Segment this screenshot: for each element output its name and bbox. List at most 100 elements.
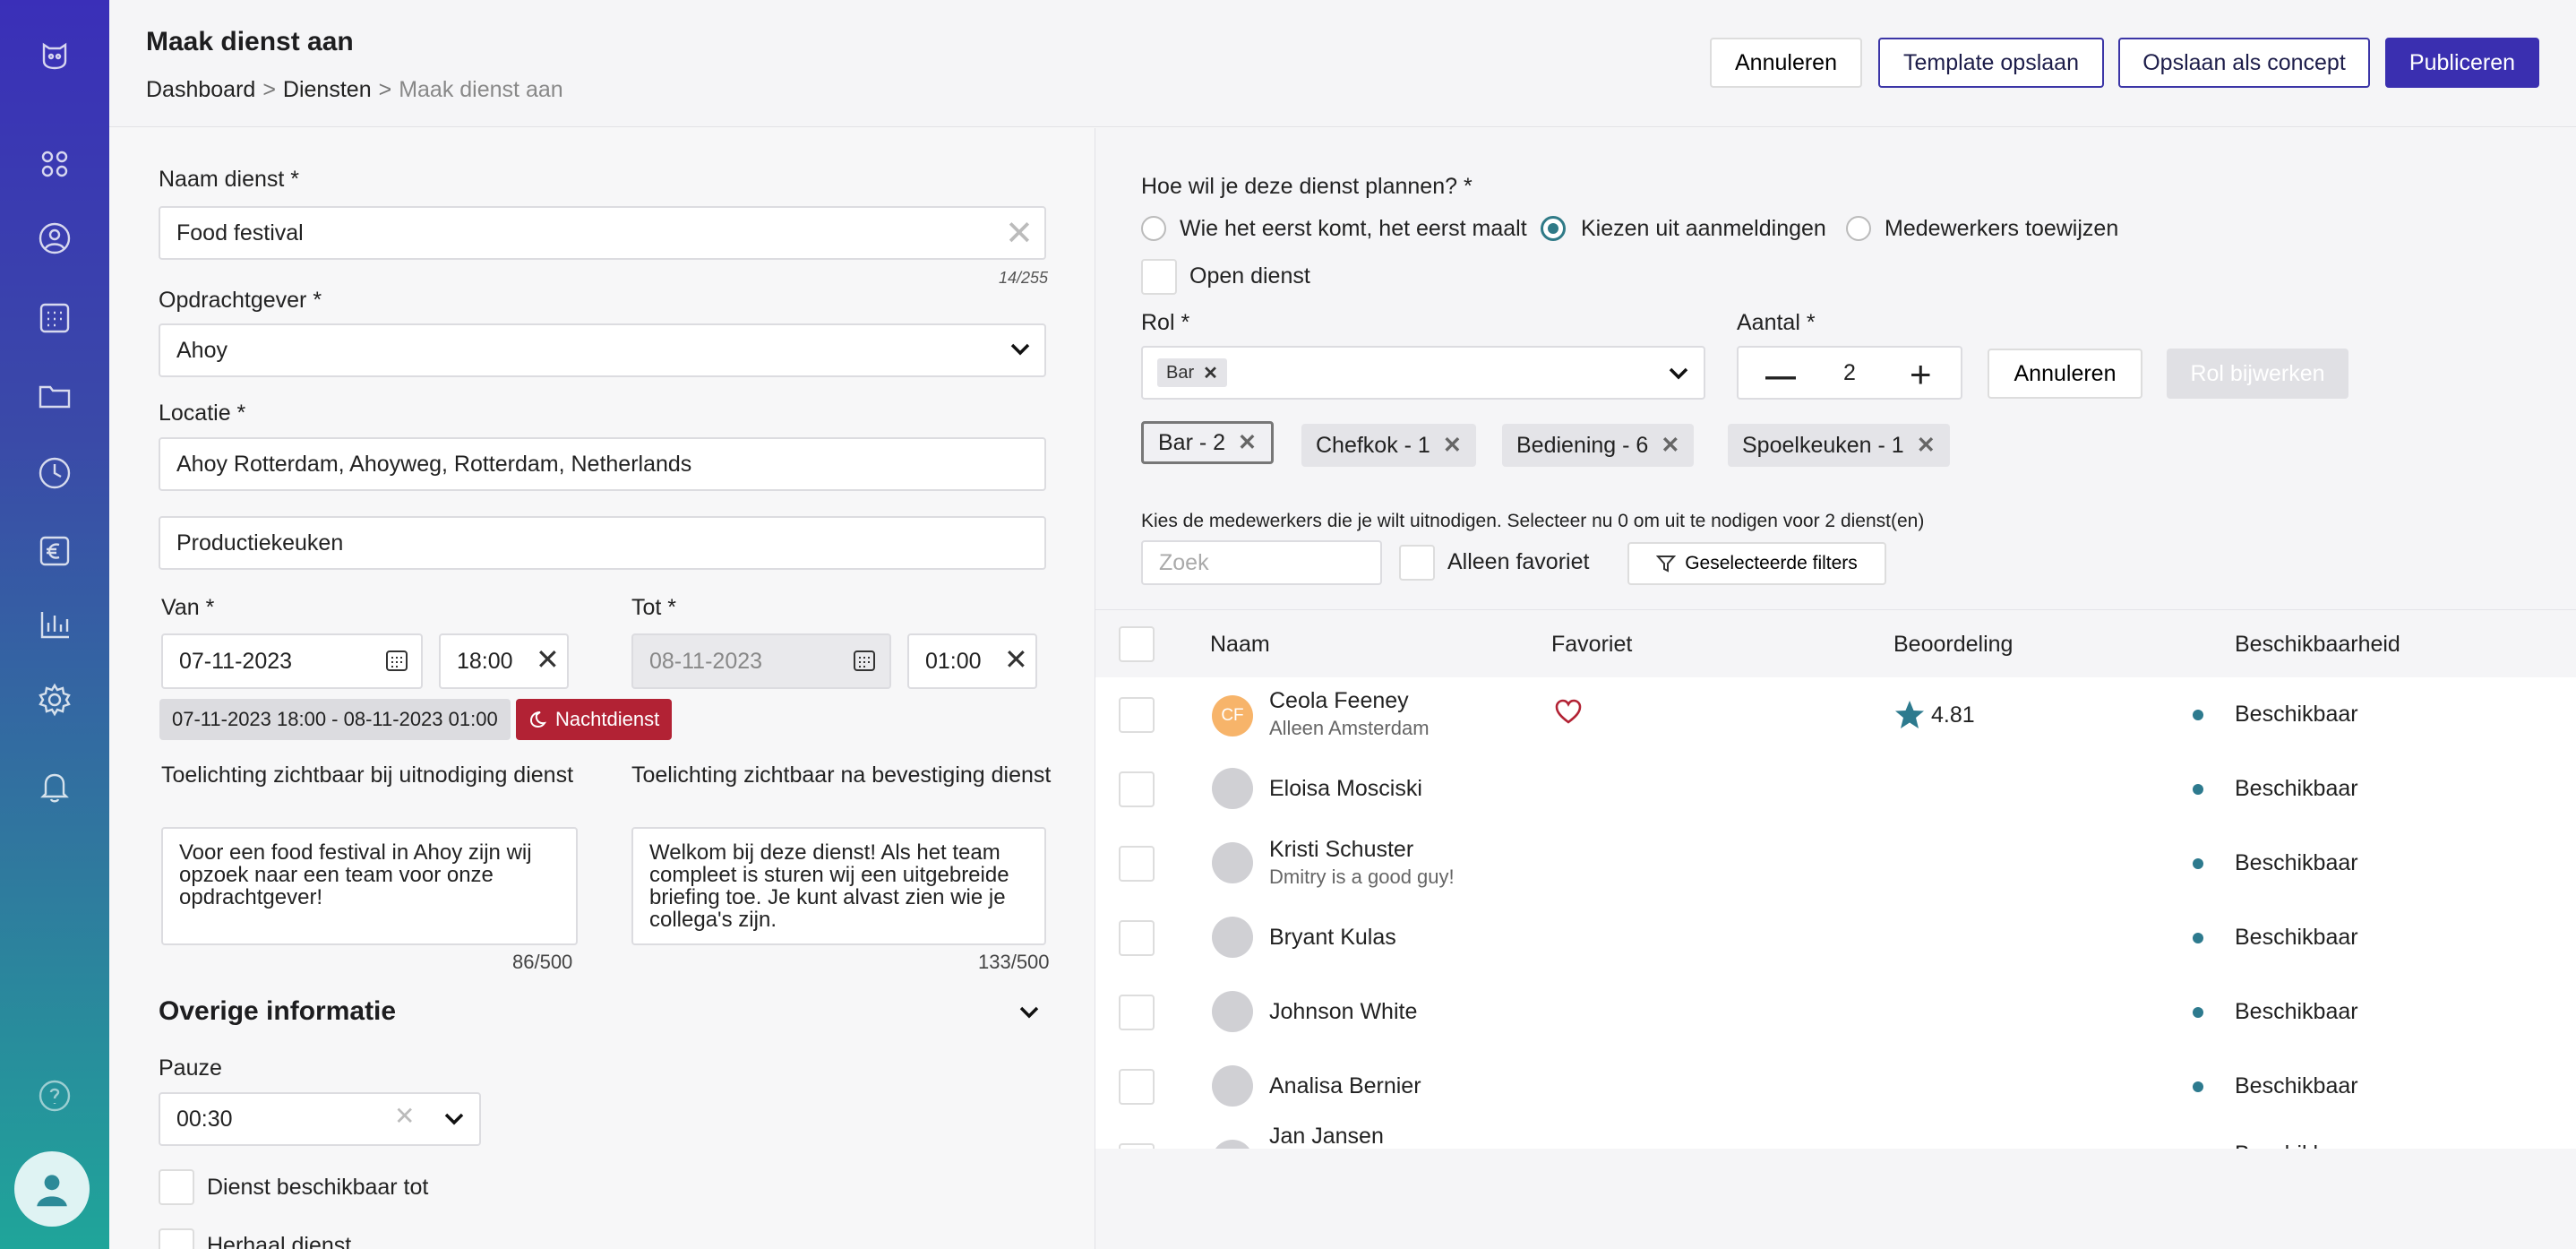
cancel-button[interactable]: Annuleren xyxy=(1710,38,1862,88)
col-availability[interactable]: Beschikbaarheid xyxy=(2235,632,2400,658)
filter-icon xyxy=(1656,556,1677,573)
note-invite-textarea[interactable]: Voor een food festival in Ahoy zijn wij … xyxy=(161,827,578,945)
col-rating[interactable]: Beoordeling xyxy=(1893,632,2013,658)
dashboard-icon[interactable] xyxy=(28,137,82,191)
available-until-checkbox[interactable] xyxy=(159,1169,194,1205)
row-checkbox[interactable] xyxy=(1119,1143,1155,1149)
available-until-label: Dienst beschikbaar tot xyxy=(207,1175,429,1200)
col-favorite[interactable]: Favoriet xyxy=(1551,632,1632,658)
from-label: Van * xyxy=(161,595,215,620)
col-name[interactable]: Naam xyxy=(1210,632,1270,658)
shift-form: Naam dienst * Food festival ✕ 14/255 Opd… xyxy=(109,128,1095,1249)
sublocation-value: Productiekeuken xyxy=(176,530,344,556)
chevron-down-icon[interactable] xyxy=(441,1106,468,1137)
close-icon[interactable]: ✕ xyxy=(1238,429,1257,456)
sublocation-input[interactable]: Productiekeuken xyxy=(159,516,1046,570)
close-icon[interactable]: ✕ xyxy=(1917,432,1936,459)
radio-assign-employees-label: Medewerkers toewijzen xyxy=(1885,216,2119,241)
radio-choose-applications-label: Kiezen uit aanmeldingen xyxy=(1581,216,1826,241)
status-dot xyxy=(2193,1007,2203,1018)
breadcrumb: Dashboard > Diensten > Maak dienst aan xyxy=(146,77,563,102)
breadcrumb-dashboard[interactable]: Dashboard xyxy=(146,77,255,102)
role-tag-chefkok[interactable]: Chefkok - 1 ✕ xyxy=(1301,424,1476,467)
pause-select[interactable]: 00:30 xyxy=(159,1092,481,1146)
selected-filters-button[interactable]: Geselecteerde filters xyxy=(1627,542,1886,585)
name-counter: 14/255 xyxy=(999,269,1049,287)
sidebar xyxy=(0,0,109,1249)
euro-icon[interactable] xyxy=(28,524,82,578)
open-shift-checkbox[interactable] xyxy=(1141,259,1177,295)
save-concept-button[interactable]: Opslaan als concept xyxy=(2118,38,2370,88)
table-row[interactable]: Jan Jansen Beschikbaar xyxy=(1095,1124,2576,1149)
table-row[interactable]: Eloisa Mosciski Beschikbaar xyxy=(1095,752,2576,826)
minus-icon[interactable]: — xyxy=(1765,359,1796,394)
row-checkbox[interactable] xyxy=(1119,920,1155,956)
note-confirm-textarea[interactable]: Welkom bij deze dienst! Als het team com… xyxy=(631,827,1046,945)
heart-icon[interactable] xyxy=(1554,698,1583,729)
bell-icon[interactable] xyxy=(28,760,82,814)
role-tag-bar[interactable]: Bar - 2 ✕ xyxy=(1141,421,1274,464)
row-checkbox[interactable] xyxy=(1119,846,1155,882)
amount-value: 2 xyxy=(1843,359,1856,385)
remove-role-icon[interactable]: ✕ xyxy=(1203,362,1218,384)
status-dot xyxy=(2193,1081,2203,1092)
clear-from-time-icon[interactable]: ✕ xyxy=(536,642,560,676)
availability-status: Beschikbaar xyxy=(2235,776,2358,801)
role-chip: Bar ✕ xyxy=(1157,358,1227,387)
role-select[interactable]: Bar ✕ xyxy=(1141,346,1705,400)
clock-icon[interactable] xyxy=(28,446,82,500)
employee-name: Jan Jansen xyxy=(1269,1124,1384,1149)
name-input[interactable]: Food festival xyxy=(159,206,1046,260)
logo-icon[interactable] xyxy=(28,27,82,81)
status-dot xyxy=(2193,933,2203,943)
folder-icon[interactable] xyxy=(28,369,82,423)
search-input[interactable]: Zoek xyxy=(1141,540,1382,585)
repeat-checkbox[interactable] xyxy=(159,1228,194,1249)
settings-icon[interactable] xyxy=(28,673,82,727)
profile-icon[interactable] xyxy=(14,1151,90,1227)
night-shift-chip: Nachtdienst xyxy=(516,699,673,740)
breadcrumb-diensten[interactable]: Diensten xyxy=(283,77,372,102)
role-tag-bediening[interactable]: Bediening - 6 ✕ xyxy=(1502,424,1695,467)
publish-button[interactable]: Publiceren xyxy=(2385,38,2539,88)
location-input[interactable]: Ahoy Rotterdam, Ahoyweg, Rotterdam, Neth… xyxy=(159,437,1046,491)
select-all-checkbox[interactable] xyxy=(1119,626,1155,662)
save-template-button[interactable]: Template opslaan xyxy=(1878,38,2104,88)
radio-assign-employees[interactable] xyxy=(1846,216,1871,241)
chart-icon[interactable] xyxy=(28,598,82,651)
radio-choose-applications[interactable] xyxy=(1541,216,1566,241)
table-row[interactable]: CF Ceola Feeney Alleen Amsterdam 4.81 Be… xyxy=(1095,677,2576,752)
chevron-down-icon[interactable] xyxy=(1665,360,1692,392)
availability-status: Beschikbaar xyxy=(2235,925,2358,950)
row-checkbox[interactable] xyxy=(1119,1069,1155,1105)
chevron-down-icon[interactable] xyxy=(1007,336,1034,367)
radio-first-come[interactable] xyxy=(1141,216,1166,241)
plus-icon[interactable]: + xyxy=(1910,353,1932,396)
clear-name-icon[interactable]: ✕ xyxy=(1005,213,1034,254)
row-checkbox[interactable] xyxy=(1119,995,1155,1030)
calendar-icon[interactable] xyxy=(28,291,82,345)
help-icon[interactable] xyxy=(28,1069,82,1123)
employees-table-body: CF Ceola Feeney Alleen Amsterdam 4.81 Be… xyxy=(1095,677,2576,1249)
table-row[interactable]: Bryant Kulas Beschikbaar xyxy=(1095,900,2576,975)
row-checkbox[interactable] xyxy=(1119,697,1155,733)
row-checkbox[interactable] xyxy=(1119,771,1155,807)
table-row[interactable]: Analisa Bernier Beschikbaar xyxy=(1095,1049,2576,1124)
avatar xyxy=(1212,1065,1253,1107)
close-icon[interactable]: ✕ xyxy=(1443,432,1462,459)
calendar-icon[interactable] xyxy=(384,648,409,677)
calendar-icon[interactable] xyxy=(852,648,877,677)
user-icon[interactable] xyxy=(28,211,82,265)
role-cancel-button[interactable]: Annuleren xyxy=(1988,349,2142,399)
table-row[interactable]: Kristi Schuster Dmitry is a good guy! Be… xyxy=(1095,826,2576,900)
chevron-down-icon[interactable] xyxy=(1016,999,1043,1030)
close-icon[interactable]: ✕ xyxy=(1661,432,1679,459)
only-favorite-checkbox[interactable] xyxy=(1399,545,1435,581)
breadcrumb-current: Maak dienst aan xyxy=(399,77,563,102)
clear-pause-icon[interactable]: ✕ xyxy=(394,1101,415,1131)
role-tag-spoelkeuken[interactable]: Spoelkeuken - 1 ✕ xyxy=(1728,424,1950,467)
table-row[interactable]: Johnson White Beschikbaar xyxy=(1095,975,2576,1049)
clear-to-time-icon[interactable]: ✕ xyxy=(1004,642,1028,676)
client-select[interactable]: Ahoy xyxy=(159,323,1046,377)
update-role-button[interactable]: Rol bijwerken xyxy=(2167,349,2348,399)
